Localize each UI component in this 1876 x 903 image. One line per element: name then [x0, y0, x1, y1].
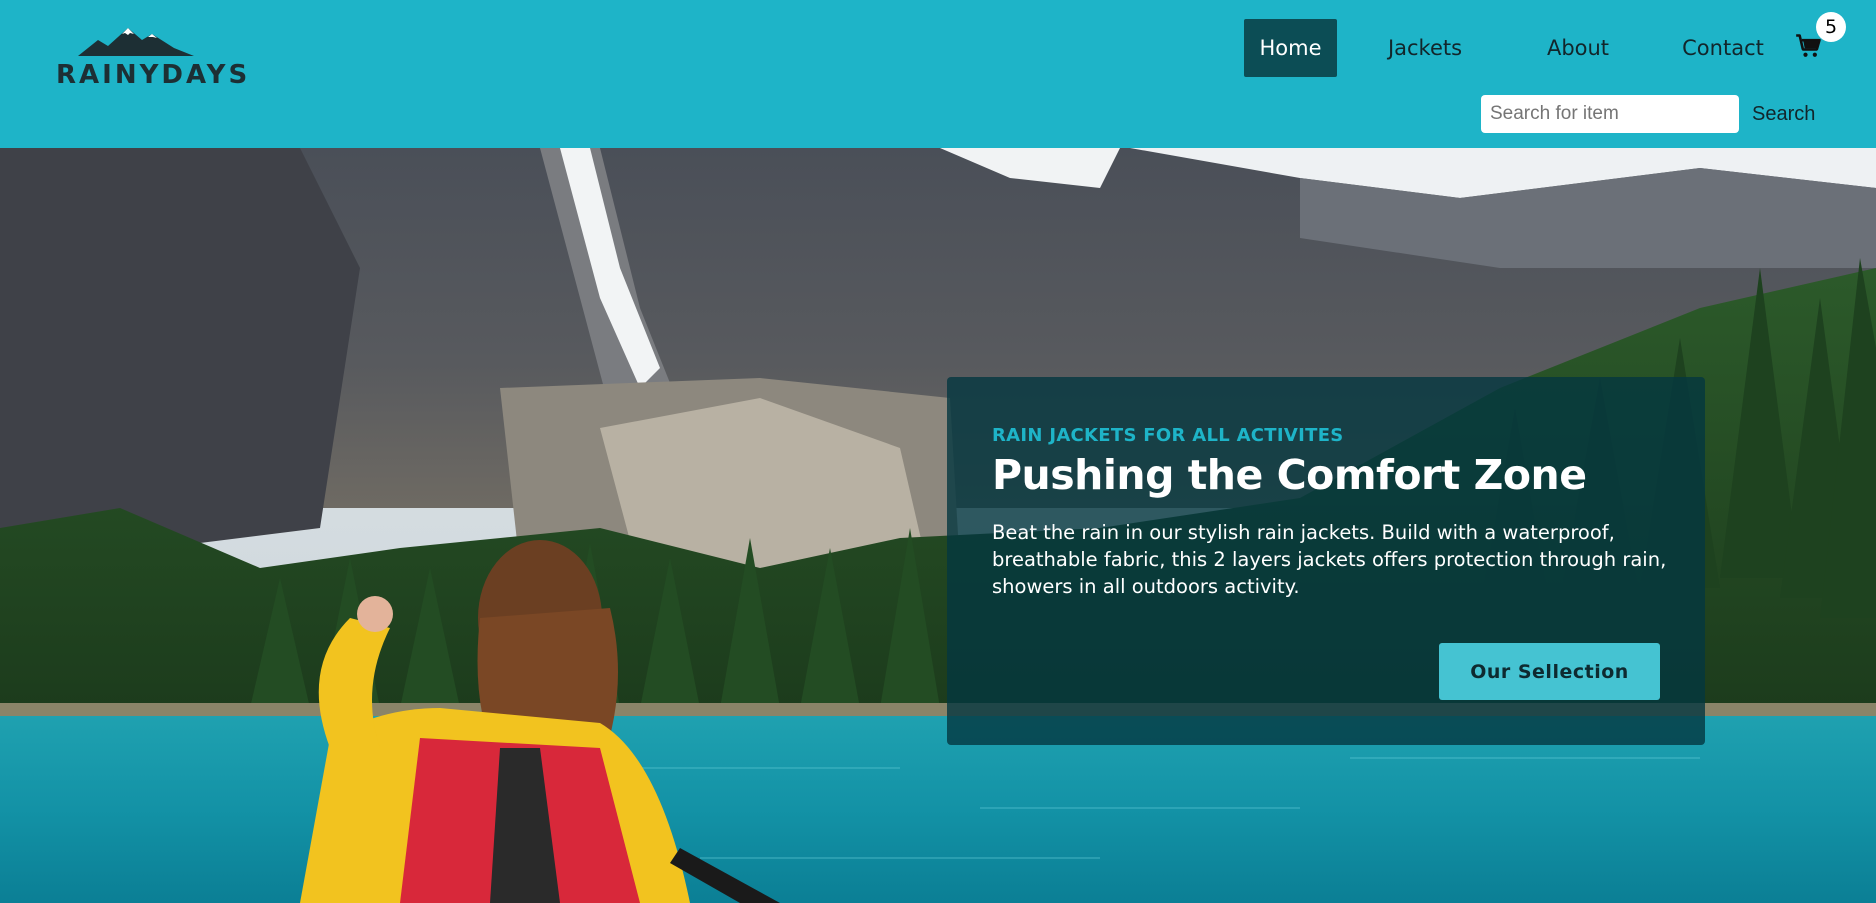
hero-card: RAIN JACKETS FOR ALL ACTIVITES Pushing t… [947, 377, 1705, 745]
nav-item-about[interactable]: About [1529, 19, 1627, 77]
our-selection-button[interactable]: Our Sellection [1439, 643, 1660, 700]
search-input[interactable] [1481, 95, 1739, 133]
hero-eyebrow: RAIN JACKETS FOR ALL ACTIVITES [992, 425, 1344, 446]
brand-name: RAINYDAYS [56, 60, 251, 90]
nav-item-home[interactable]: Home [1244, 19, 1337, 77]
brand-logo[interactable]: RAINYDAYS [56, 26, 251, 92]
hero-banner: RAIN JACKETS FOR ALL ACTIVITES Pushing t… [0, 148, 1876, 903]
mountain-logo-icon [78, 28, 194, 56]
nav-item-jackets[interactable]: Jackets [1375, 19, 1475, 77]
search-button[interactable]: Search [1752, 96, 1815, 132]
hero-description: Beat the rain in our stylish rain jacket… [992, 521, 1667, 598]
cart-count-badge: 5 [1816, 12, 1846, 42]
nav-item-contact[interactable]: Contact [1661, 19, 1785, 77]
hero-title: Pushing the Comfort Zone [992, 451, 1587, 499]
site-header: RAINYDAYS Home Jackets About Contact 5 S… [0, 0, 1876, 148]
